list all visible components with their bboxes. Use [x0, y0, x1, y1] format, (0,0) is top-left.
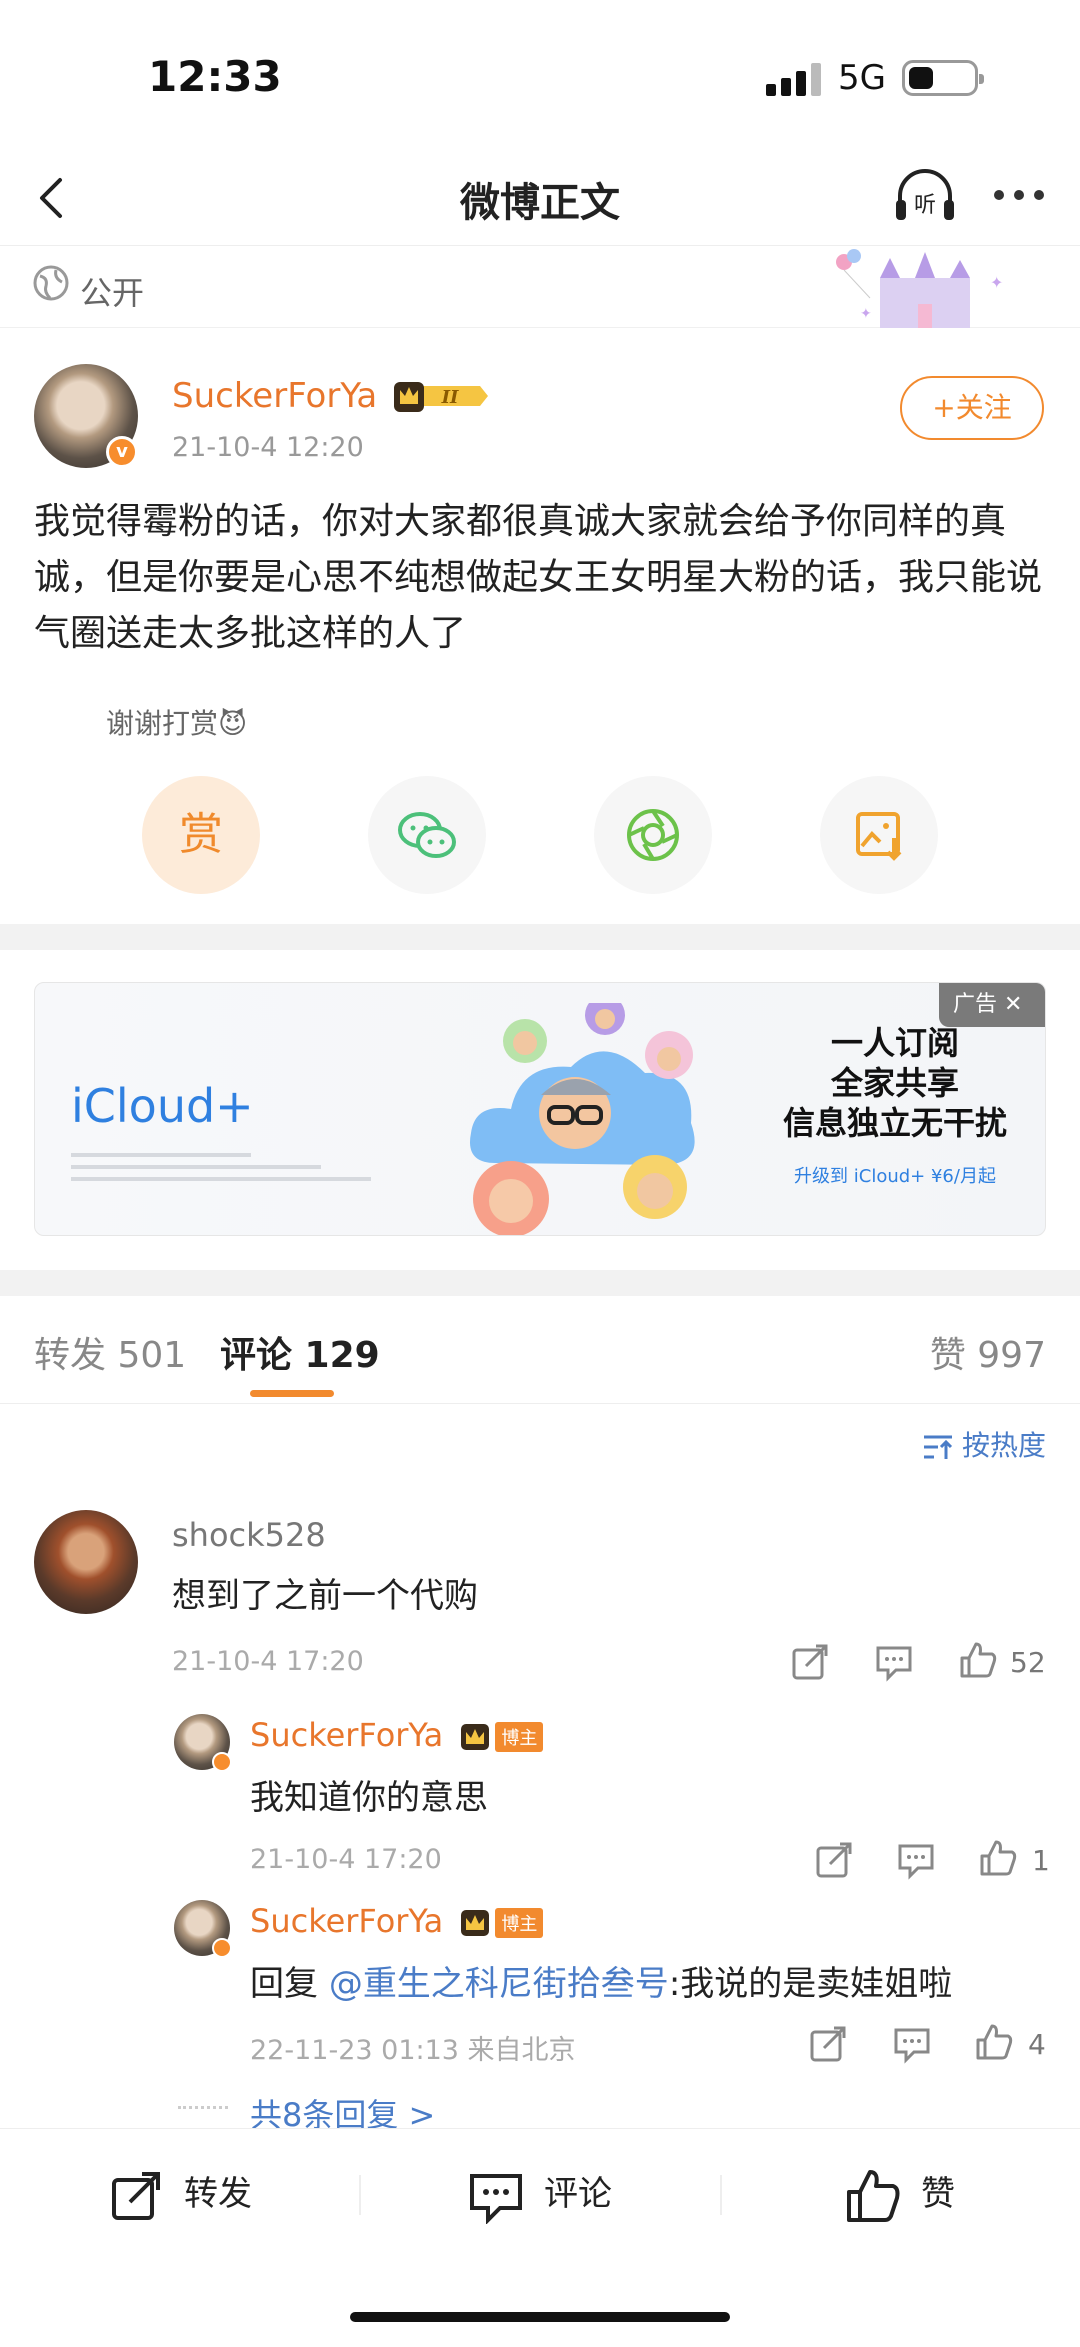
- home-indicator: [350, 2312, 730, 2322]
- ad-line-1: 一人订阅: [830, 1024, 959, 1062]
- battery-icon: [902, 60, 984, 96]
- post-time: 21-10-4 12:20: [172, 432, 364, 463]
- camera-aperture-icon: [627, 809, 679, 861]
- post-content: 我觉得霉粉的话，你对大家都很真诚大家就会给予你同样的真诚，但是你要是心思不纯想做…: [34, 501, 1043, 654]
- reward-thanks-label: 谢谢打赏😈: [106, 707, 248, 740]
- like-label: 赞: [921, 2174, 955, 2214]
- reply-text: 回复 @重生之科尼街拾叁号:我说的是卖娃姐啦: [250, 1956, 952, 2005]
- verified-badge-icon: [212, 1752, 232, 1772]
- like-thumb-icon[interactable]: [974, 2022, 1014, 2062]
- forward-icon[interactable]: [808, 2024, 848, 2064]
- like-thumb-icon[interactable]: [978, 1838, 1018, 1878]
- image-download-icon: [856, 812, 902, 861]
- save-image-button[interactable]: [820, 776, 938, 894]
- author-name[interactable]: SuckerForYa: [172, 376, 377, 416]
- section-divider: [0, 1270, 1080, 1296]
- signal-icon: [766, 62, 822, 96]
- castle-decoration: ✦✦: [836, 249, 1003, 328]
- comment-button[interactable]: 评论: [360, 2129, 720, 2259]
- repost-button[interactable]: 转发: [0, 2129, 360, 2259]
- like-count: 4: [1028, 2028, 1046, 2061]
- author-badge: 博主: [495, 1722, 544, 1752]
- verified-badge-icon: v: [106, 436, 138, 468]
- visibility-label: 公开: [80, 274, 145, 312]
- svg-text:✦: ✦: [860, 306, 872, 322]
- sort-label: 按热度: [961, 1429, 1046, 1462]
- moments-share-button[interactable]: [594, 776, 712, 894]
- interaction-tabs: 转发 501 评论 129 赞 997: [0, 1296, 1080, 1404]
- ad-banner[interactable]: iCloud+ 一人订阅 全家共享 信息独立无干扰 升级到 iCloud+ ¥6…: [34, 982, 1046, 1236]
- reply-author[interactable]: SuckerForYa 博主: [250, 1716, 544, 1754]
- verified-badge-icon: [212, 1938, 232, 1958]
- reply-author[interactable]: SuckerForYa 博主: [250, 1902, 544, 1940]
- vip-crown-icon: [461, 1910, 490, 1936]
- commenter-avatar[interactable]: [34, 1510, 138, 1614]
- visibility-row: 公开 ✦ ✦: [0, 248, 1080, 328]
- reply-text: 我知道你的意思: [250, 1778, 488, 1818]
- thread-dots: [178, 2106, 228, 2109]
- repost-icon: [112, 2171, 160, 2220]
- ad-line-2: 全家共享: [830, 1064, 959, 1102]
- vip-crown-icon: [461, 1724, 490, 1750]
- comment-time: 21-10-4 17:20: [172, 1646, 364, 1677]
- headphone-listen-icon[interactable]: 听: [890, 160, 960, 230]
- comment-text: 想到了之前一个代购: [172, 1576, 478, 1616]
- reply-prefix: 回复: [250, 1964, 329, 2004]
- reply-author-name[interactable]: SuckerForYa: [250, 1902, 443, 1940]
- reply-time: 22-11-23 01:13 来自北京: [250, 2035, 576, 2066]
- status-bar: 12:33 5G: [0, 0, 1080, 150]
- ad-line-3: 信息独立无干扰: [782, 1104, 1007, 1142]
- vip-crown-icon: II: [394, 382, 488, 412]
- like-thumb-icon: [847, 2169, 900, 2222]
- author-badge: 博主: [495, 1908, 544, 1938]
- like-count: 52: [1010, 1646, 1046, 1679]
- comment-label: 评论: [544, 2174, 612, 2214]
- more-icon[interactable]: [990, 180, 1050, 210]
- network-type: 5G: [838, 58, 886, 98]
- reply-icon[interactable]: [874, 1642, 914, 1682]
- status-time: 12:33: [148, 52, 282, 101]
- reward-button[interactable]: 赏: [142, 776, 260, 894]
- mention-link[interactable]: @重生之科尼街拾叁号: [329, 1964, 669, 2004]
- section-divider: [0, 924, 1080, 950]
- follow-button[interactable]: +关注: [900, 376, 1044, 440]
- bottom-action-bar: 转发 评论 赞: [0, 2128, 1080, 2258]
- ad-brand: iCloud+: [71, 1079, 254, 1133]
- sort-icon: [923, 1435, 953, 1459]
- comment-icon: [470, 2173, 522, 2224]
- forward-icon[interactable]: [814, 1840, 854, 1880]
- like-button[interactable]: 赞: [720, 2129, 1080, 2259]
- reply-icon[interactable]: [896, 1840, 936, 1880]
- svg-text:II: II: [441, 387, 459, 408]
- repost-label: 转发: [184, 2174, 252, 2214]
- reply-body: :我说的是卖娃姐啦: [668, 1964, 953, 2004]
- tab-repost[interactable]: 转发 501: [34, 1326, 186, 1378]
- ad-close-tag[interactable]: 广告 ✕: [939, 983, 1045, 1027]
- reply-time: 21-10-4 17:20: [250, 1844, 442, 1875]
- ad-subline: 升级到 iCloud+ ¥6/月起: [794, 1166, 996, 1187]
- active-tab-indicator: [250, 1390, 334, 1397]
- tab-comment[interactable]: 评论 129: [220, 1326, 380, 1378]
- nav-bar: 微博正文 听: [0, 150, 1080, 246]
- globe-icon: [33, 265, 69, 301]
- like-thumb-icon[interactable]: [958, 1640, 998, 1680]
- wechat-icon: [398, 812, 456, 858]
- sort-by-hot-button[interactable]: 按热度: [922, 1424, 1046, 1464]
- tab-like[interactable]: 赞 997: [930, 1326, 1046, 1378]
- forward-icon[interactable]: [790, 1642, 830, 1682]
- svg-text:✦: ✦: [990, 273, 1003, 292]
- svg-text:听: 听: [914, 193, 936, 218]
- ad-copy: 一人订阅 全家共享 信息独立无干扰 升级到 iCloud+ ¥6/月起: [765, 1023, 1025, 1197]
- cloud-memoji-illustration: [470, 1003, 695, 1235]
- ad-fineprint: [71, 1153, 371, 1193]
- wechat-share-button[interactable]: [368, 776, 486, 894]
- reply-author-name[interactable]: SuckerForYa: [250, 1716, 443, 1754]
- like-count: 1: [1032, 1844, 1050, 1877]
- reply-icon[interactable]: [892, 2024, 932, 2064]
- commenter-name[interactable]: shock528: [172, 1516, 326, 1554]
